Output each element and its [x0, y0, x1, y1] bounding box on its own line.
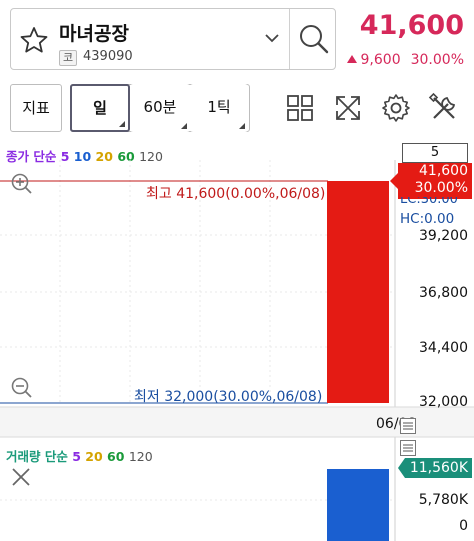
- ma-period: 60: [107, 449, 125, 464]
- volume-title: 거래량 단순: [6, 449, 68, 464]
- code-badge: 코: [59, 50, 77, 66]
- star-icon[interactable]: [19, 25, 49, 55]
- low-price-label: 최저 32,000(30.00%,06/08): [134, 389, 323, 405]
- y-tick-label: 39,200: [419, 228, 468, 244]
- price-change: 9,600 30.00%: [346, 52, 464, 68]
- period-60min-button[interactable]: 60분: [130, 84, 190, 132]
- volume-tag-pointer: [398, 458, 405, 478]
- price-tag-percent: 30.00%: [414, 180, 468, 196]
- menu-icon[interactable]: [400, 418, 416, 434]
- search-icon[interactable]: [297, 22, 331, 56]
- expand-icon[interactable]: [332, 92, 364, 124]
- divider: [289, 9, 290, 69]
- volume-tick-label: 0: [459, 518, 468, 534]
- price-tag-value: 41,600: [419, 163, 468, 179]
- period-1tick-button[interactable]: 1틱: [190, 84, 248, 132]
- corner-indicator: [181, 123, 187, 129]
- chart-toolbar: 지표 일 60분 1틱: [0, 84, 474, 136]
- corner-indicator: [239, 123, 245, 129]
- y-tick-label: 34,400: [419, 340, 468, 356]
- current-price-tag: 41,600 30.00%: [398, 163, 472, 199]
- y-tick-label: 32,000: [419, 394, 468, 410]
- stock-selector[interactable]: 마녀공장 코 439090: [10, 8, 336, 70]
- volume-menu-icon[interactable]: [400, 440, 416, 456]
- gear-icon[interactable]: [380, 92, 412, 124]
- change-amount: 9,600: [360, 52, 401, 68]
- lc-label: LC:30.00: [400, 197, 458, 206]
- grid-layout-icon[interactable]: [284, 92, 316, 124]
- period-label: 일: [93, 99, 107, 117]
- volume-ma-legend[interactable]: 거래량 단순 5 20 60 120: [6, 446, 153, 465]
- ma-period: 5: [72, 449, 81, 464]
- stock-code: 439090: [83, 49, 133, 64]
- period-label: 60분: [143, 98, 177, 116]
- change-percent: 30.00%: [410, 52, 464, 68]
- high-price-label: 최고 41,600(0.00%,06/08): [146, 186, 326, 202]
- indicator-button[interactable]: 지표: [10, 84, 62, 132]
- corner-indicator: [119, 121, 125, 127]
- stock-name: 마녀공장: [59, 23, 129, 45]
- close-icon[interactable]: [10, 466, 32, 488]
- volume-bar[interactable]: [327, 469, 389, 541]
- volume-tick-label: 5,780K: [418, 492, 468, 508]
- chevron-down-icon[interactable]: [263, 31, 281, 45]
- stock-header: 마녀공장 코 439090 41,600 9,600 30.00%: [0, 0, 474, 80]
- zoom-in-icon[interactable]: [10, 172, 34, 196]
- up-arrow-icon: [346, 55, 357, 63]
- candle-bar[interactable]: [327, 181, 389, 403]
- y-tick-label: 36,800: [419, 285, 468, 301]
- tools-icon[interactable]: [428, 92, 460, 124]
- hc-label: HC:0.00: [400, 211, 455, 227]
- ma-period: 20: [85, 449, 103, 464]
- ma-period: 120: [128, 449, 153, 464]
- period-label: 1틱: [207, 98, 231, 116]
- period-day-button[interactable]: 일: [70, 84, 130, 132]
- indicator-label: 지표: [22, 99, 50, 117]
- current-price: 41,600: [359, 10, 464, 41]
- volume-tag: 11,560K: [405, 458, 472, 478]
- zoom-out-icon[interactable]: [10, 376, 34, 400]
